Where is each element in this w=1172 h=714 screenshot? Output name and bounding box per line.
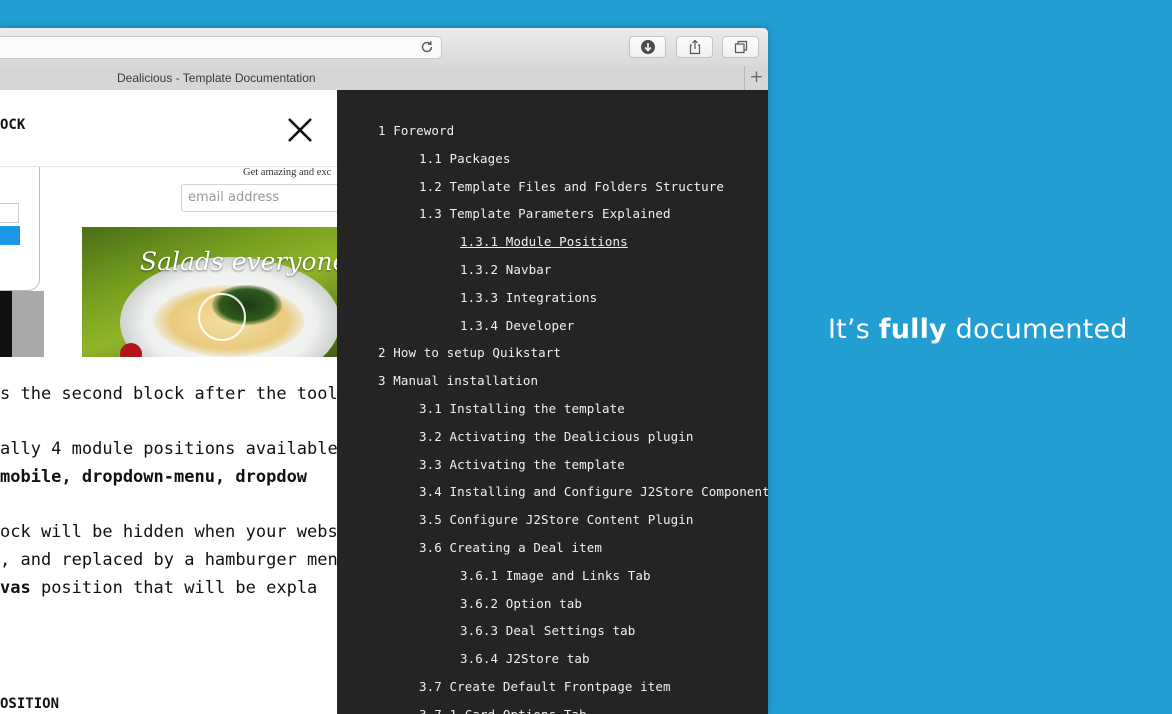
tagline-emphasis: fully (878, 314, 947, 345)
tabs-icon (734, 40, 747, 54)
newsletter-email-input: email address (181, 184, 337, 212)
toc-item[interactable]: 3 Manual installation (378, 373, 538, 388)
phone-mockup: ve our (0, 167, 40, 291)
body-line: , and replaced by a hamburger men (0, 550, 337, 570)
body-line: mobile, dropdown-menu, dropdow (0, 467, 308, 487)
share-button[interactable] (676, 36, 713, 58)
toc-item[interactable]: 3.6.3 Deal Settings tab (460, 623, 635, 638)
toc-item[interactable]: 3.6.2 Option tab (460, 596, 582, 611)
tagline: It’s fully documented (828, 314, 1128, 345)
toc-item[interactable]: 3.6 Creating a Deal item (419, 540, 602, 555)
browser-toolbar (0, 28, 768, 67)
new-tab-button[interactable]: + (744, 66, 768, 90)
toc-item[interactable]: 3.7.1 Card Options Tab (419, 707, 587, 714)
stamp-logo (198, 293, 246, 341)
toc-item[interactable]: 3.6.1 Image and Links Tab (460, 568, 651, 583)
toc-item[interactable]: 3.7 Create Default Frontpage item (419, 679, 671, 694)
template-screenshot: ve our Get amazing and exc email address (0, 167, 337, 357)
toc-item[interactable]: 3.2 Activating the Dealicious plugin (419, 429, 694, 444)
phone-input (0, 203, 19, 223)
browser-window: Dealicious - Template Documentation + OC… (0, 28, 768, 714)
share-icon (689, 39, 700, 55)
table-of-contents: 1 Foreword 1.1 Packages 1.2 Template Files… (337, 90, 768, 714)
block-title: OCK (0, 117, 26, 133)
address-bar[interactable] (0, 36, 442, 59)
close-icon[interactable] (286, 116, 314, 144)
toc-item[interactable]: 1.3.3 Integrations (460, 290, 597, 305)
toc-item[interactable]: 1.3.1 Module Positions (460, 234, 628, 249)
phone-base-grey (12, 291, 44, 357)
section-heading: OSITION (0, 696, 60, 712)
toc-item[interactable]: 3.4 Installing and Configure J2Store Com… (419, 484, 768, 499)
downloads-button[interactable] (629, 36, 666, 58)
toc-item[interactable]: 1.3.4 Developer (460, 318, 574, 333)
page-content: OCK ve our Get amazing and exc emai (0, 90, 768, 714)
phone-button (0, 226, 20, 245)
body-line: ock will be hidden when your webs (0, 522, 337, 542)
toc-item[interactable]: 2 How to setup Quikstart (378, 345, 561, 360)
tab-bar: Dealicious - Template Documentation + (0, 66, 768, 91)
tab-title[interactable]: Dealicious - Template Documentation (117, 71, 316, 85)
documentation-view: OCK ve our Get amazing and exc emai (0, 90, 337, 714)
toc-item[interactable]: 1.1 Packages (419, 151, 511, 166)
body-line: vas position that will be expla (0, 578, 318, 598)
reload-icon[interactable] (419, 39, 435, 55)
image-title: Salads everyone (140, 247, 337, 276)
toc-item[interactable]: 1.2 Template Files and Folders Structure (419, 179, 724, 194)
modal-header: OCK (0, 90, 337, 167)
toc-item[interactable]: 1.3 Template Parameters Explained (419, 206, 671, 221)
doc-body-text: s the second block after the tool ally 4… (0, 384, 337, 712)
download-icon (640, 40, 655, 54)
food-image: Salads everyone (82, 227, 337, 357)
toc-item[interactable]: 1.3.2 Navbar (460, 262, 552, 277)
toc-item[interactable]: 3.3 Activating the template (419, 457, 625, 472)
toc-item[interactable]: 3.5 Configure J2Store Content Plugin (419, 512, 694, 527)
toc-item[interactable]: 3.6.4 J2Store tab (460, 651, 590, 666)
toc-item[interactable]: 1 Foreword (378, 123, 454, 138)
newsletter-text: Get amazing and exc (243, 167, 332, 178)
toc-item[interactable]: 3.1 Installing the template (419, 401, 625, 416)
body-line: s the second block after the tool (0, 384, 337, 404)
tab-overview-button[interactable] (722, 36, 759, 58)
body-line: ally 4 module positions available (0, 439, 337, 459)
